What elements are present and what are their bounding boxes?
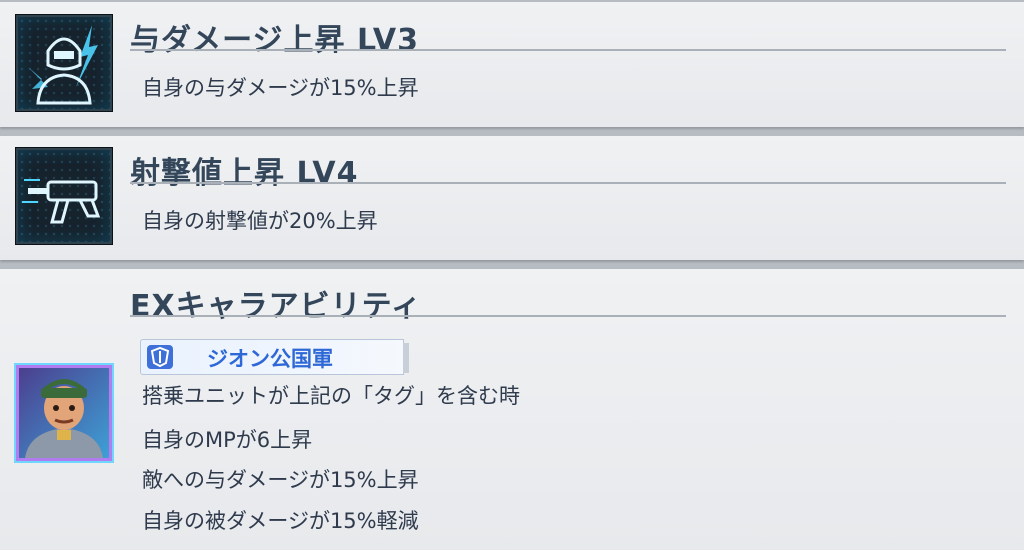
skill-panel-shooting-up: 射撃値上昇 LV4 自身の射撃値が20%上昇 xyxy=(0,136,1024,260)
skill-title: 射撃値上昇 LV4 xyxy=(130,156,359,191)
skill-description: 自身の射撃値が20%上昇 xyxy=(142,209,378,233)
skill-panel-damage-up: 与ダメージ上昇 LV3 自身の与ダメージが15%上昇 xyxy=(0,2,1024,127)
character-portrait xyxy=(16,365,112,461)
divider xyxy=(130,315,1006,317)
tag-label: ジオン公国軍 xyxy=(207,347,333,371)
skill-title: 与ダメージ上昇 LV3 xyxy=(130,23,420,58)
divider xyxy=(130,49,1006,51)
ex-effect-line: 自身のMPが6上昇 xyxy=(142,428,313,452)
faction-tag: ジオン公国軍 xyxy=(140,339,409,375)
ex-ability-panel: EXキャラアビリティ ジオン公国軍 搭乗ユニットが上記の「タグ」を含む時 自身の… xyxy=(0,269,1024,550)
skill-description: 自身の与ダメージが15%上昇 xyxy=(142,76,419,100)
ex-effect-line: 敵への与ダメージが15%上昇 xyxy=(142,468,419,492)
zeon-emblem-icon xyxy=(147,345,173,369)
pilot-damage-up-icon xyxy=(16,15,112,111)
ex-ability-title: EXキャラアビリティ xyxy=(130,289,422,324)
beam-rifle-icon xyxy=(16,148,112,244)
ex-condition-line: 搭乗ユニットが上記の「タグ」を含む時 xyxy=(142,384,520,408)
ex-effect-line: 自身の被ダメージが15%軽減 xyxy=(142,509,419,533)
divider xyxy=(130,182,1006,184)
